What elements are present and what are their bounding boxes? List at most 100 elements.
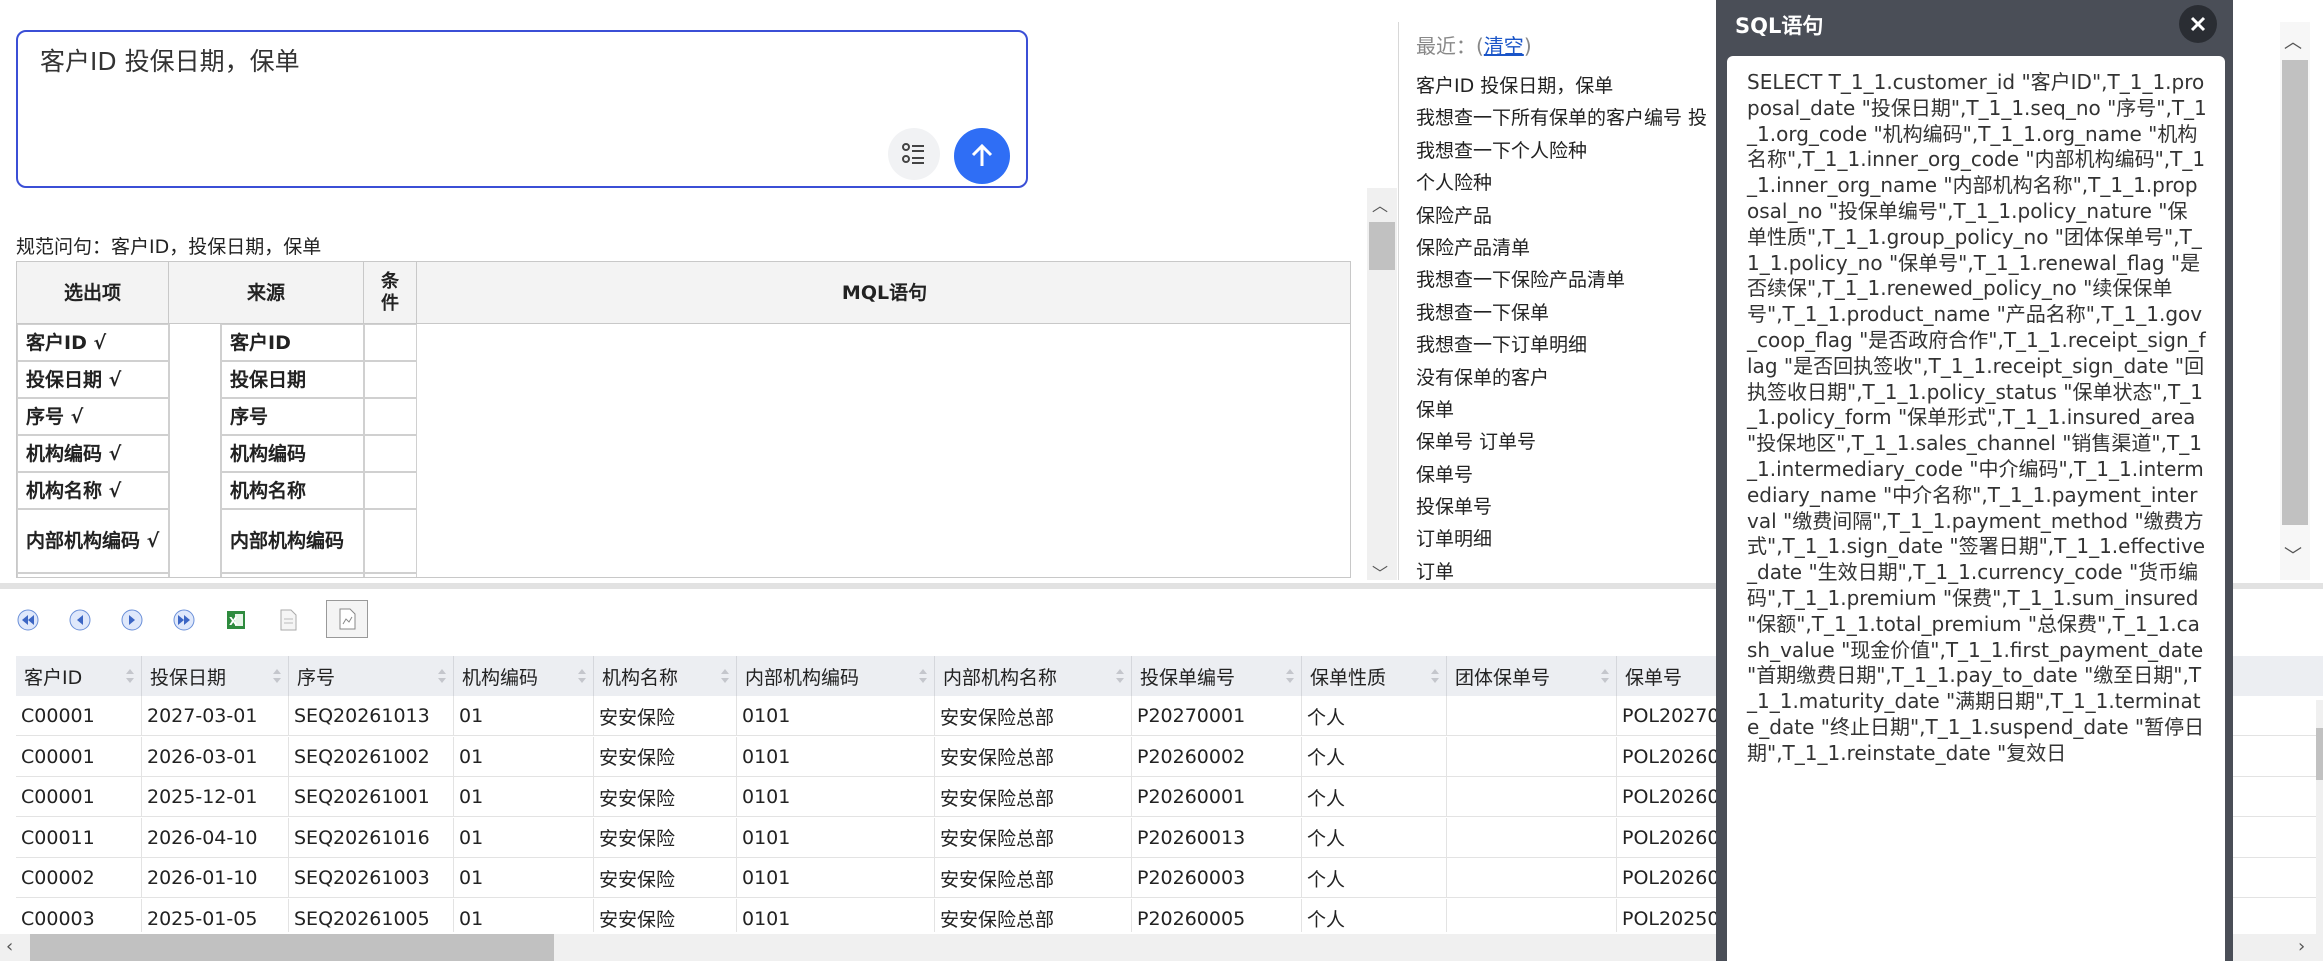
grid-column-header[interactable]: 投保单编号 — [1132, 656, 1302, 696]
recent-item[interactable]: 我想查一下保单 — [1416, 297, 1716, 329]
mql-select-cell[interactable]: 机构名称 √ — [17, 472, 169, 509]
table-cell — [1447, 696, 1617, 736]
table-cell: 安安保险 — [594, 736, 737, 777]
grid-column-header[interactable]: 机构名称 — [594, 656, 737, 696]
sort-icon[interactable] — [437, 666, 447, 686]
sort-icon[interactable] — [1115, 666, 1125, 686]
scroll-left-icon[interactable]: ‹ — [6, 936, 13, 957]
recent-item[interactable]: 我想查一下所有保单的客户编号 投 — [1416, 102, 1716, 134]
mql-condition-cell[interactable] — [364, 361, 417, 398]
table-cell: SEQ20261016 — [289, 817, 454, 858]
mql-condition-cell[interactable] — [364, 509, 417, 573]
sort-icon[interactable] — [577, 666, 587, 686]
recent-item[interactable]: 订单明细 — [1416, 523, 1716, 555]
send-button[interactable] — [954, 128, 1010, 184]
prev-page-button[interactable] — [66, 606, 94, 634]
grid-hscroll-thumb[interactable] — [30, 934, 554, 961]
grid-column-label: 保单性质 — [1310, 666, 1387, 689]
list-button[interactable] — [888, 128, 940, 180]
recent-item[interactable]: 我想查一下个人险种 — [1416, 135, 1716, 167]
grid-column-header[interactable]: 序号 — [289, 656, 454, 696]
table-cell: C00001 — [16, 696, 142, 736]
mql-source-cell: 投保日期 — [221, 361, 364, 398]
table-cell: 个人 — [1302, 817, 1447, 858]
scroll-down-icon[interactable]: ﹀ — [1372, 560, 1388, 584]
export-doc-button[interactable] — [274, 606, 302, 634]
recent-item[interactable]: 客户ID 投保日期，保单 — [1416, 70, 1716, 102]
query-text[interactable]: 客户ID 投保日期，保单 — [40, 42, 300, 78]
recent-item[interactable]: 个人险种 — [1416, 167, 1716, 199]
clear-link[interactable]: 清空 — [1484, 34, 1524, 58]
recent-item[interactable]: 保单 — [1416, 394, 1716, 426]
mql-condition-cell[interactable] — [364, 573, 417, 577]
page-scroll-down-icon[interactable]: ﹀ — [2284, 542, 2302, 568]
grid-column-header[interactable]: 内部机构编码 — [737, 656, 935, 696]
recent-item[interactable]: 保险产品清单 — [1416, 232, 1716, 264]
table-cell: 2026-04-10 — [142, 817, 289, 858]
sql-content: SELECT T_1_1.customer_id "客户ID",T_1_1.pr… — [1727, 56, 2225, 961]
mql-select-cell[interactable]: 内部机构名称 √ — [17, 573, 169, 577]
grid-column-header[interactable]: 保单性质 — [1302, 656, 1447, 696]
sort-icon[interactable] — [1600, 666, 1610, 686]
table-cell: 01 — [454, 696, 594, 736]
grid-column-label: 机构名称 — [602, 666, 679, 689]
sql-text: SELECT T_1_1.customer_id "客户ID",T_1_1.pr… — [1747, 70, 2210, 765]
scroll-right-icon[interactable]: › — [2298, 936, 2305, 957]
close-button[interactable] — [2179, 5, 2217, 43]
grid-column-header[interactable]: 机构编码 — [454, 656, 594, 696]
recent-item[interactable]: 保险产品 — [1416, 200, 1716, 232]
mql-select-cell[interactable]: 内部机构编码 √ — [17, 509, 169, 573]
recent-item[interactable]: 投保单号 — [1416, 491, 1716, 523]
grid-scroll-thumb[interactable] — [2316, 728, 2323, 780]
sort-icon[interactable] — [272, 666, 282, 686]
mql-select-cell[interactable]: 客户ID √ — [17, 324, 169, 361]
mql-table: 选出项 来源 条件 MQL语句 客户ID √ 客户ID 投保日期 √ 投保日期 序号 √… — [16, 261, 1351, 578]
table-cell: 安安保险总部 — [935, 898, 1132, 932]
sort-icon[interactable] — [720, 666, 730, 686]
mql-select-cell[interactable]: 机构编码 √ — [17, 435, 169, 472]
grid-column-label: 客户ID — [24, 666, 83, 689]
last-page-button[interactable] — [170, 606, 198, 634]
scroll-up-icon[interactable]: ︿ — [1372, 192, 1388, 216]
mql-scroll-thumb[interactable] — [1369, 222, 1395, 270]
first-page-button[interactable] — [14, 606, 42, 634]
table-cell: P20270001 — [1132, 696, 1302, 736]
sort-icon[interactable] — [1285, 666, 1295, 686]
first-page-icon — [17, 609, 39, 631]
splitter — [1398, 22, 1399, 580]
sort-icon[interactable] — [125, 666, 135, 686]
chart-toggle-button[interactable] — [326, 600, 368, 638]
col-header-select: 选出项 — [17, 262, 169, 324]
recent-item[interactable]: 保单号 订单号 — [1416, 426, 1716, 458]
table-cell: 安安保险 — [594, 817, 737, 858]
table-cell: C00011 — [16, 817, 142, 858]
export-excel-button[interactable]: X — [222, 606, 250, 634]
list-icon — [902, 143, 924, 164]
recent-item[interactable]: 我想查一下订单明细 — [1416, 329, 1716, 361]
mql-condition-cell[interactable] — [364, 435, 417, 472]
recent-item[interactable]: 订单 — [1416, 556, 1716, 580]
grid-column-header[interactable]: 团体保单号 — [1447, 656, 1617, 696]
table-cell: 0101 — [737, 817, 935, 858]
recent-item[interactable]: 保单号 — [1416, 459, 1716, 491]
grid-column-header[interactable]: 投保日期 — [142, 656, 289, 696]
grid-column-header[interactable]: 客户ID — [16, 656, 142, 696]
mql-condition-cell[interactable] — [364, 472, 417, 509]
recent-item[interactable]: 没有保单的客户 — [1416, 362, 1716, 394]
recent-item[interactable]: 我想查一下保险产品清单 — [1416, 264, 1716, 296]
page-scroll-thumb[interactable] — [2282, 60, 2308, 525]
mql-select-cell[interactable]: 投保日期 √ — [17, 361, 169, 398]
query-input[interactable]: 客户ID 投保日期，保单 — [16, 30, 1028, 188]
next-page-button[interactable] — [118, 606, 146, 634]
sort-icon[interactable] — [1430, 666, 1440, 686]
table-cell: 0101 — [737, 858, 935, 898]
table-cell: 个人 — [1302, 898, 1447, 932]
sort-icon[interactable] — [918, 666, 928, 686]
grid-column-header[interactable]: 内部机构名称 — [935, 656, 1132, 696]
mql-condition-cell[interactable] — [364, 324, 417, 361]
recent-list: 客户ID 投保日期，保单 我想查一下所有保单的客户编号 投我想查一下个人险种 个人险… — [1416, 70, 1716, 580]
page-scroll-up-icon[interactable]: ︿ — [2284, 28, 2302, 54]
mql-select-cell[interactable]: 序号 √ — [17, 398, 169, 435]
mql-condition-cell[interactable] — [364, 398, 417, 435]
recent-header: 最近：(清空) — [1416, 34, 1532, 58]
